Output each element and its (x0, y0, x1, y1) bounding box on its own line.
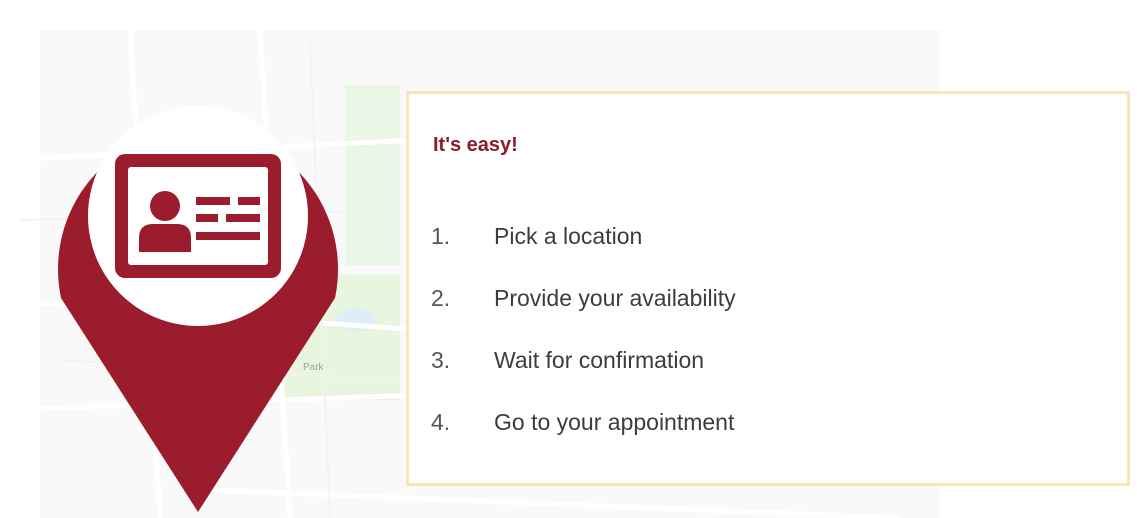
id-card-icon (115, 154, 281, 278)
step-label: Pick a location (494, 223, 643, 249)
step-label: Wait for confirmation (494, 347, 705, 373)
step-item: 1. Pick a location (431, 223, 736, 285)
step-number: 3. (431, 347, 451, 373)
steps-list: 1. Pick a location 2. Provide your avail… (431, 223, 736, 471)
steps-card: It's easy! 1. Pick a location 2. Provide… (406, 91, 1130, 486)
step-label: Provide your availability (494, 285, 736, 311)
step-item: 4. Go to your appointment (431, 409, 736, 471)
step-item: 3. Wait for confirmation (431, 347, 736, 409)
card-title: It's easy! (433, 134, 518, 156)
step-number: 4. (431, 409, 451, 435)
step-number: 2. (431, 285, 451, 311)
step-label: Go to your appointment (494, 409, 735, 435)
step-number: 1. (431, 223, 451, 249)
step-item: 2. Provide your availability (431, 285, 736, 347)
